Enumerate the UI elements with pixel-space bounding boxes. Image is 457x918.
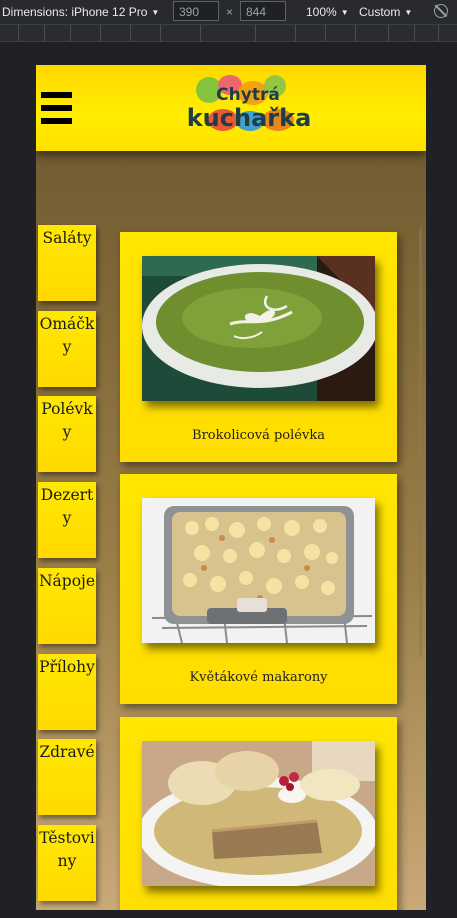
category-zdrave[interactable]: Zdravé [38, 739, 96, 815]
throttle-dropdown[interactable]: Custom [359, 5, 412, 19]
category-omacky[interactable]: Omáčky [38, 311, 96, 387]
recipe-card-third[interactable] [120, 717, 397, 910]
device-viewport: Chytrá kuchařka Saláty Omáčky Polévky De… [36, 65, 426, 910]
category-salaty[interactable]: Saláty [38, 225, 96, 301]
rotate-disabled-icon[interactable] [434, 4, 448, 18]
recipe-card-brokolicova-polevka[interactable]: Brokolicová polévka [120, 232, 397, 462]
category-polevky[interactable]: Polévky [38, 396, 96, 472]
logo-text-bottom: kuchařka [186, 104, 312, 132]
category-dezerty[interactable]: Dezerty [38, 482, 96, 558]
category-napoje[interactable]: Nápoje [38, 568, 96, 644]
viewport-height-input[interactable]: 844 [240, 1, 286, 21]
site-header: Chytrá kuchařka [36, 65, 426, 151]
recipe-title: Květákové makarony [189, 670, 328, 685]
dumplings-sauce-photo [142, 741, 375, 886]
media-query-ruler[interactable] [0, 25, 457, 42]
recipe-card-kvetakove-makarony[interactable]: Květákové makarony [120, 474, 397, 704]
broccoli-soup-photo [142, 256, 375, 401]
category-prilohy[interactable]: Přílohy [38, 654, 96, 730]
zoom-dropdown[interactable]: 100% [306, 5, 349, 19]
recipe-title: Brokolicová polévka [192, 428, 325, 443]
hamburger-icon[interactable] [41, 92, 72, 124]
device-dimensions-dropdown[interactable]: Dimensions: iPhone 12 Pro [2, 5, 159, 19]
devtools-toolbar: Dimensions: iPhone 12 Pro 390 × 844 100%… [0, 0, 457, 25]
viewport-width-input[interactable]: 390 [173, 1, 219, 21]
dimension-separator: × [226, 5, 234, 19]
cauliflower-macaroni-photo [142, 498, 375, 643]
category-testoviny[interactable]: Těstoviny [38, 825, 96, 901]
logo-text-top: Chytrá [216, 85, 280, 105]
page-scrollbar[interactable] [419, 227, 422, 657]
site-logo[interactable]: Chytrá kuchařka [178, 75, 318, 139]
